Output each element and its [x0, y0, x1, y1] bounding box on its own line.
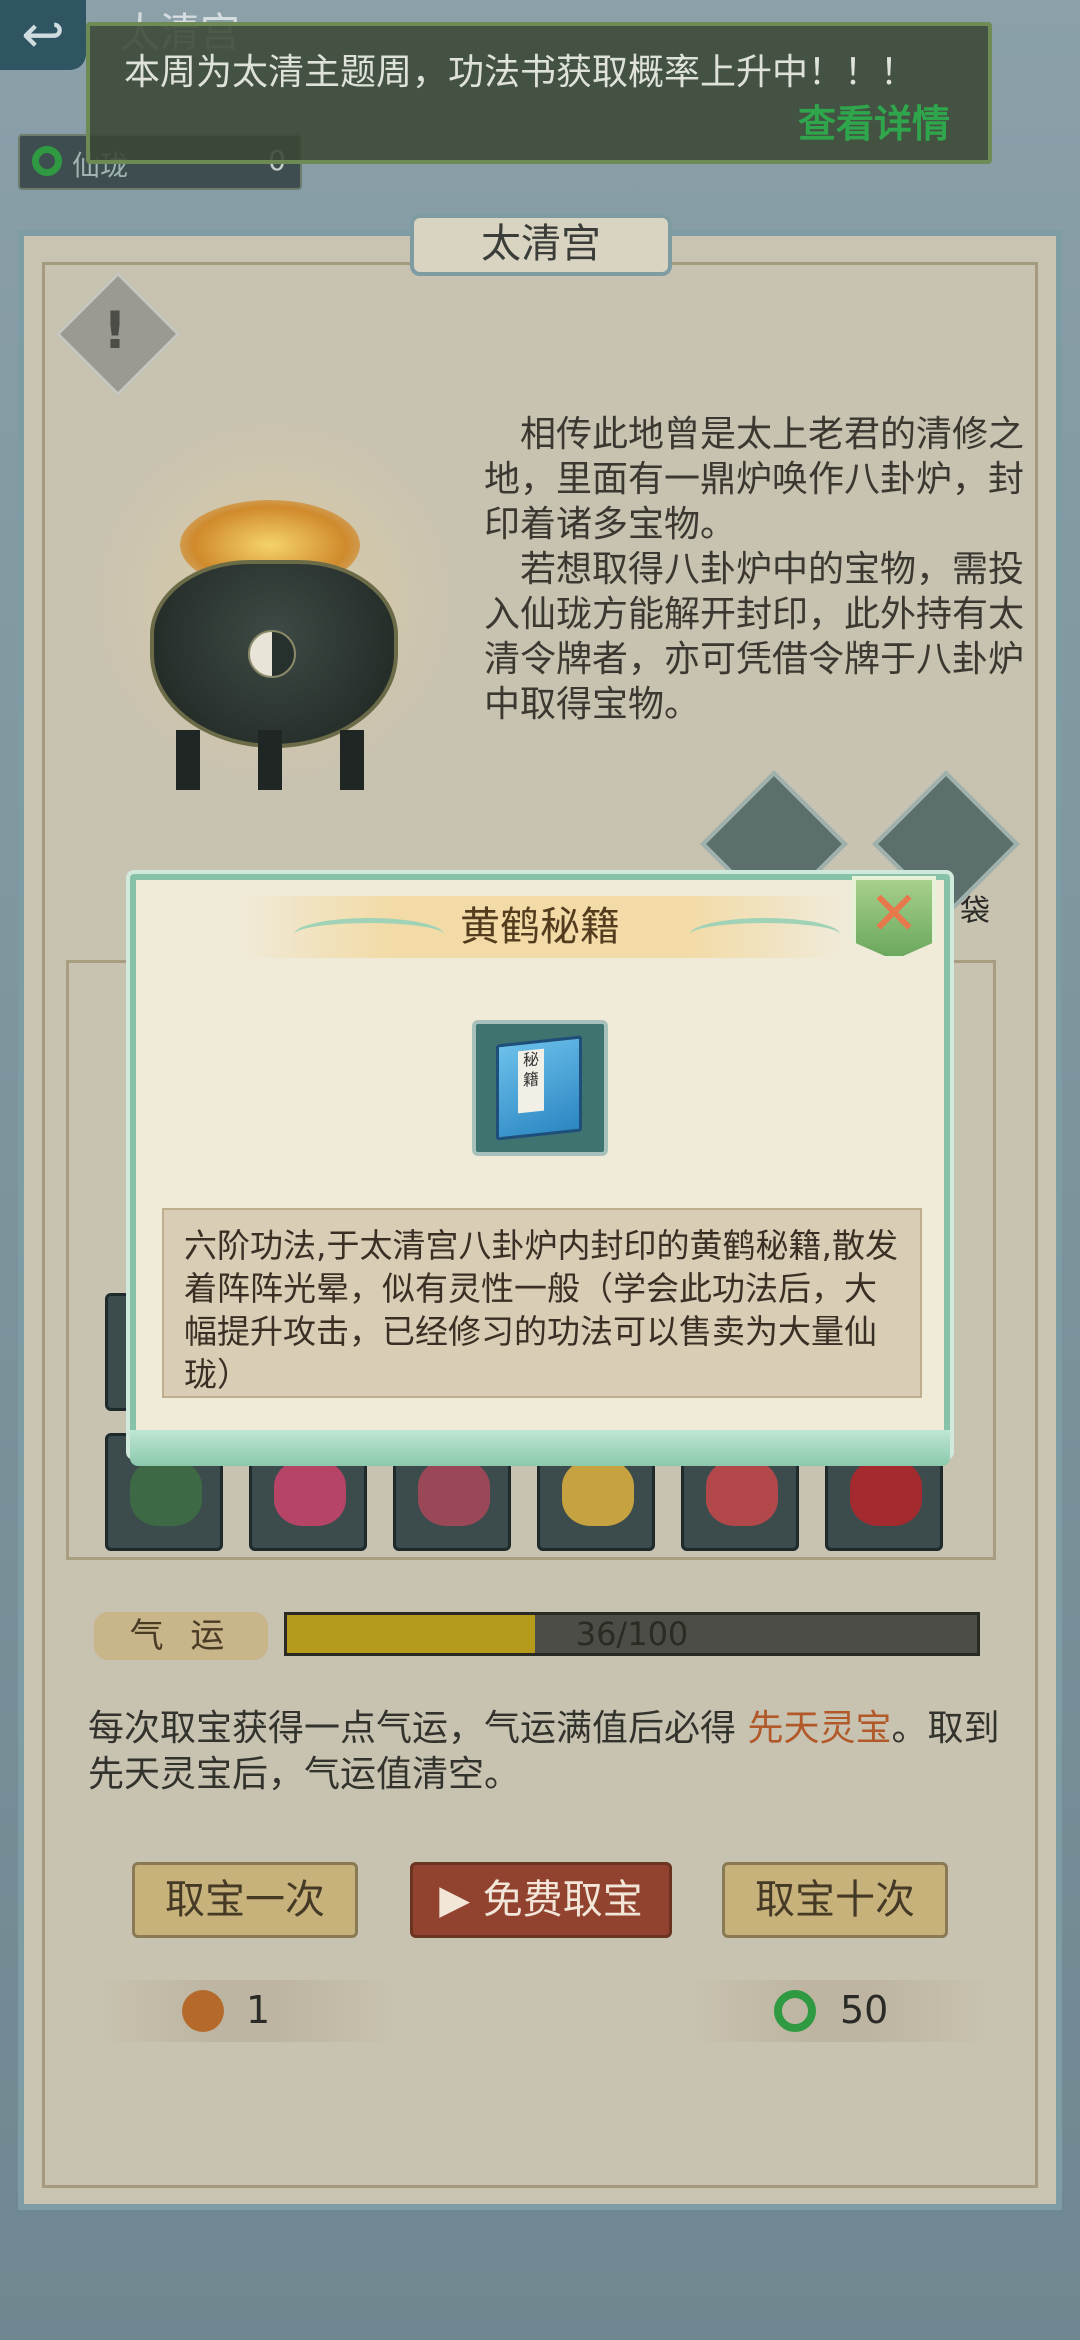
book-cover-glyph: 秘籍 [518, 1048, 544, 1114]
cloud-swirl-right [690, 918, 840, 951]
item-description-box: 六阶功法,于太清宫八卦炉内封印的黄鹤秘籍,散发着阵阵光晕，似有灵性一般（学会此功… [162, 1208, 922, 1398]
modal-bottom-trim [130, 1430, 950, 1466]
close-icon: ✕ [868, 879, 920, 949]
item-description: 六阶功法,于太清宫八卦炉内封印的黄鹤秘籍,散发着阵阵光晕，似有灵性一般（学会此功… [184, 1226, 898, 1394]
modal-title: 黄鹤秘籍 [460, 904, 620, 950]
